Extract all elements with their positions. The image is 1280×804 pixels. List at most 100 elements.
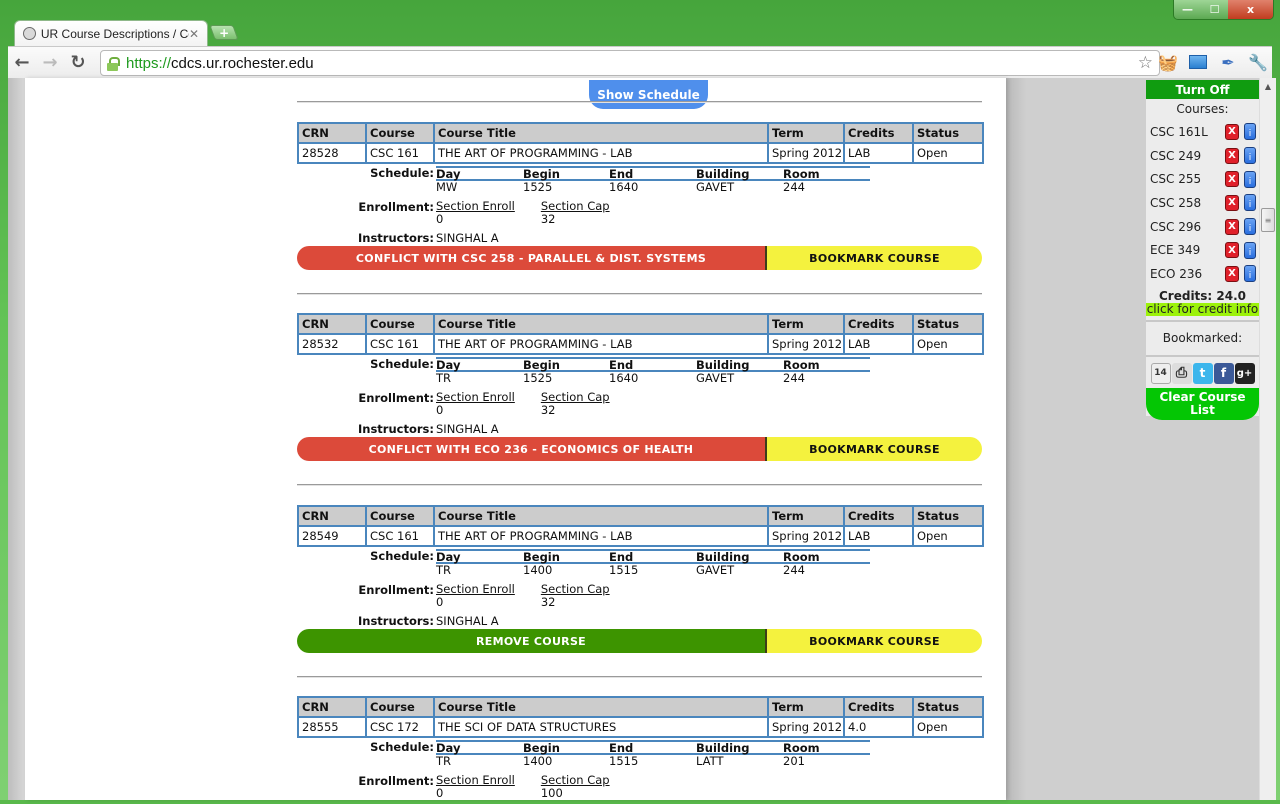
remove-course-icon[interactable]: X — [1225, 194, 1239, 211]
schedule-header-day: Day — [436, 167, 461, 181]
sidebar-course-name: CSC 296 — [1150, 219, 1202, 234]
extension-screenshot-icon[interactable] — [1186, 50, 1210, 74]
remove-course-icon[interactable]: X — [1225, 218, 1239, 235]
remove-course-icon[interactable]: X — [1225, 265, 1239, 282]
instructor-name: SINGHAL A — [436, 614, 499, 628]
sidebar-course-name: CSC 255 — [1150, 172, 1202, 187]
section-cap-link[interactable]: Section Cap — [541, 390, 610, 404]
schedule-begin: 1525 — [523, 371, 553, 385]
schedule-building: GAVET — [696, 371, 735, 385]
maximize-button[interactable]: ☐ — [1201, 0, 1228, 19]
section-enroll-link[interactable]: Section Enroll — [436, 582, 515, 596]
maximize-icon: ☐ — [1209, 3, 1220, 16]
column-header: Credits — [843, 313, 914, 335]
show-schedule-button[interactable]: Show Schedule — [589, 80, 708, 109]
info-icon[interactable]: i — [1244, 147, 1256, 165]
schedule-building: GAVET — [696, 180, 735, 194]
instructors-label: Instructors: — [358, 231, 434, 245]
info-icon[interactable]: i — [1244, 241, 1256, 259]
schedule-label: Schedule: — [370, 549, 434, 563]
credit-info-link[interactable]: click for credit info — [1146, 302, 1259, 316]
plus-icon: + — [218, 25, 230, 40]
section-cap-link[interactable]: Section Cap — [541, 773, 610, 787]
minimize-button[interactable]: — — [1174, 0, 1201, 19]
address-bar[interactable]: https://cdcs.ur.rochester.edu ☆ — [100, 50, 1160, 76]
vertical-scrollbar[interactable]: ▲ ≡ — [1259, 78, 1276, 800]
google-plus-icon[interactable]: g+ — [1234, 362, 1255, 384]
sidebar-course-name: CSC 249 — [1150, 148, 1202, 163]
enrollment-label: Enrollment: — [358, 583, 434, 597]
browser-tab[interactable]: UR Course Descriptions / Co ✕ — [14, 20, 208, 46]
scrollbar-thumb[interactable]: ≡ — [1261, 208, 1275, 232]
section-enroll-link[interactable]: Section Enroll — [436, 199, 515, 213]
bookmark-course-button[interactable]: BOOKMARK COURSE — [767, 437, 982, 461]
back-button[interactable]: ← — [8, 49, 36, 77]
remove-course-icon[interactable]: X — [1225, 123, 1239, 140]
sidebar-course-name: ECO 236 — [1150, 266, 1203, 281]
turn-off-button[interactable]: Turn Off — [1146, 80, 1259, 99]
schedule-begin: 1400 — [523, 754, 553, 768]
tab-close-icon[interactable]: ✕ — [189, 27, 199, 41]
info-icon[interactable]: i — [1244, 194, 1256, 212]
schedule-begin: 1525 — [523, 180, 553, 194]
section-cap-link[interactable]: Section Cap — [541, 199, 610, 213]
enrollment-label: Enrollment: — [358, 774, 434, 788]
extension-eyedropper-icon[interactable]: ✒ — [1216, 50, 1240, 74]
instructors-label: Instructors: — [358, 422, 434, 436]
course-action-bar: CONFLICT WITH ECO 236 - ECONOMICS OF HEA… — [297, 437, 982, 461]
table-row: 28555 CSC 172 THE SCI OF DATA STRUCTURES Sp… — [297, 716, 984, 738]
section-divider — [297, 676, 982, 678]
forward-button[interactable]: → — [36, 49, 64, 77]
column-header: CRN — [297, 505, 367, 527]
remove-course-icon[interactable]: X — [1225, 171, 1239, 188]
schedule-header-room: Room — [783, 358, 820, 372]
reload-button[interactable]: ↻ — [64, 49, 92, 77]
section-enroll-link[interactable]: Section Enroll — [436, 773, 515, 787]
wrench-menu-icon[interactable]: 🔧 — [1246, 50, 1270, 74]
bookmark-star-icon[interactable]: ☆ — [1138, 53, 1153, 73]
table-row: 28549 CSC 161 THE ART OF PROGRAMMING - LAB… — [297, 525, 984, 547]
new-tab-button[interactable]: + — [209, 25, 239, 40]
column-header: Course — [365, 696, 435, 718]
column-header: CRN — [297, 696, 367, 718]
table-header-row: CRN Course Course Title Term Credits Status — [297, 122, 984, 144]
bookmark-course-button[interactable]: BOOKMARK COURSE — [767, 629, 982, 653]
schedule-header-end: End — [609, 741, 634, 755]
remove-course-icon[interactable]: X — [1225, 147, 1239, 164]
remove-course-icon[interactable]: X — [1225, 242, 1239, 259]
sidebar-course-name: CSC 161L — [1150, 124, 1208, 139]
schedule-building: GAVET — [696, 563, 735, 577]
section-cap-link[interactable]: Section Cap — [541, 582, 610, 596]
twitter-icon[interactable]: t — [1192, 362, 1213, 384]
calendar-icon[interactable]: 14 — [1150, 362, 1171, 384]
sidebar-course-item: CSC 161L Xi — [1146, 120, 1259, 144]
section-enroll-link[interactable]: Section Enroll — [436, 390, 515, 404]
bookmark-course-button[interactable]: BOOKMARK COURSE — [767, 246, 982, 270]
schedule-day: TR — [436, 371, 452, 385]
url-scheme: https:// — [126, 54, 172, 72]
clear-course-list-button[interactable]: Clear Course List — [1146, 387, 1259, 420]
facebook-icon[interactable]: f — [1213, 362, 1234, 384]
enrollment-label: Enrollment: — [358, 391, 434, 405]
print-icon[interactable]: ⎙ — [1171, 362, 1192, 384]
schedule-day: MW — [436, 180, 458, 194]
conflict-button[interactable]: CONFLICT WITH CSC 258 - PARALLEL & DIST.… — [297, 246, 767, 270]
info-icon[interactable]: i — [1244, 170, 1256, 188]
column-header: Status — [912, 505, 984, 527]
enrollment-label: Enrollment: — [358, 200, 434, 214]
schedule-table: Day Begin End Building Room TR 1525 1640 GAVET 24… — [436, 357, 870, 385]
cell-title: THE ART OF PROGRAMMING - LAB — [433, 333, 769, 355]
info-icon[interactable]: i — [1244, 218, 1256, 236]
cell-title: THE SCI OF DATA STRUCTURES — [433, 716, 769, 738]
schedule-header-room: Room — [783, 741, 820, 755]
browser-toolbar: ← → ↻ https://cdcs.ur.rochester.edu ☆ 🧺 … — [8, 46, 1272, 78]
column-header: Term — [767, 505, 845, 527]
conflict-button[interactable]: CONFLICT WITH ECO 236 - ECONOMICS OF HEA… — [297, 437, 767, 461]
scroll-up-icon[interactable]: ▲ — [1260, 78, 1276, 95]
info-icon[interactable]: i — [1244, 265, 1256, 283]
remove-course-button[interactable]: REMOVE COURSE — [297, 629, 767, 653]
close-window-button[interactable]: x — [1228, 0, 1273, 19]
extension-basket-icon[interactable]: 🧺 — [1156, 50, 1180, 74]
info-icon[interactable]: i — [1244, 123, 1256, 141]
cell-crn: 28549 — [297, 525, 367, 547]
